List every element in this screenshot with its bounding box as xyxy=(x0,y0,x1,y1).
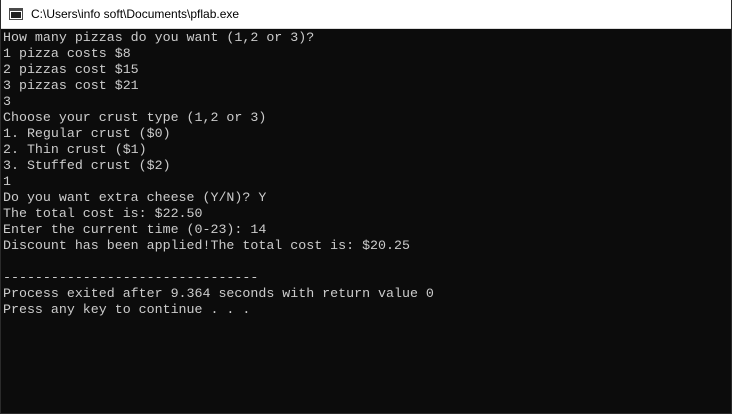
console-line: 1. Regular crust ($0) xyxy=(3,126,171,141)
console-line: 2 pizzas cost $15 xyxy=(3,62,139,77)
console-output[interactable]: How many pizzas do you want (1,2 or 3)? 1… xyxy=(3,30,731,413)
console-line: 1 xyxy=(3,174,11,189)
window-title: C:\Users\info soft\Documents\pflab.exe xyxy=(31,7,240,21)
console-line: 3. Stuffed crust ($2) xyxy=(3,158,171,173)
console-app-icon xyxy=(9,7,23,21)
console-line: -------------------------------- xyxy=(3,270,259,285)
console-line: Do you want extra cheese (Y/N)? Y xyxy=(3,190,267,205)
title-bar[interactable]: C:\Users\info soft\Documents\pflab.exe xyxy=(1,0,731,29)
console-line: Press any key to continue . . . xyxy=(3,302,251,317)
console-line: Enter the current time (0-23): 14 xyxy=(3,222,267,237)
console-line: 2. Thin crust ($1) xyxy=(3,142,147,157)
console-line: Discount has been applied!The total cost… xyxy=(3,238,410,253)
console-window: C:\Users\info soft\Documents\pflab.exe H… xyxy=(0,0,732,414)
console-line: The total cost is: $22.50 xyxy=(3,206,203,221)
console-line: 1 pizza costs $8 xyxy=(3,46,131,61)
console-line: 3 xyxy=(3,94,11,109)
console-line: How many pizzas do you want (1,2 or 3)? xyxy=(3,30,315,45)
console-line: Choose your crust type (1,2 or 3) xyxy=(3,110,267,125)
console-line: Process exited after 9.364 seconds with … xyxy=(3,286,434,301)
console-line: 3 pizzas cost $21 xyxy=(3,78,139,93)
